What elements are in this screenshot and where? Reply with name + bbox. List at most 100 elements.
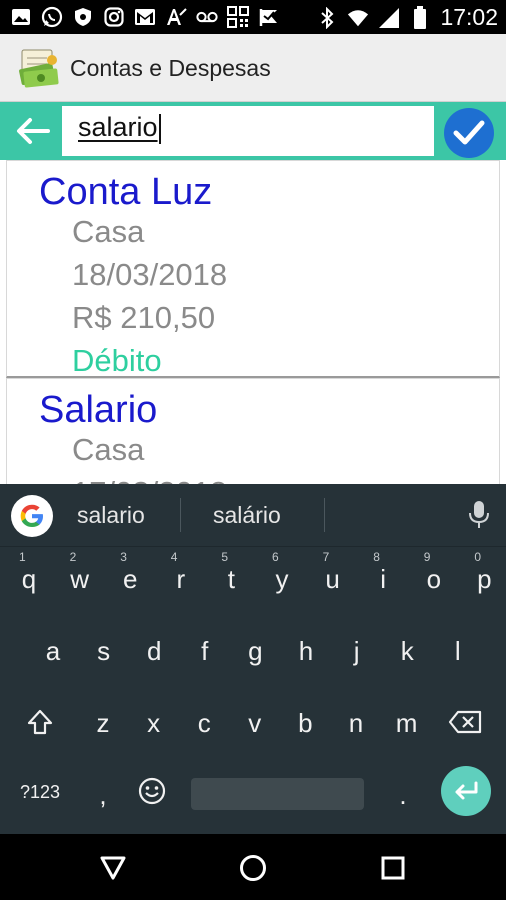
image-icon	[10, 6, 32, 28]
emoji-key[interactable]	[127, 776, 177, 813]
item-title: Salario	[39, 389, 158, 431]
key-n[interactable]: n	[331, 708, 381, 739]
results-list: Conta Luz Casa 18/03/2018 R$ 210,50 Débi…	[0, 160, 506, 484]
key-o[interactable]: o	[409, 564, 459, 595]
key-hint: 4	[170, 550, 178, 564]
key-i[interactable]: i	[358, 564, 408, 595]
item-date: 17/03/2018	[72, 475, 227, 484]
home-circle-icon	[240, 855, 266, 881]
key-w[interactable]: w	[55, 564, 105, 595]
key-hint: 3	[120, 550, 127, 564]
key-b[interactable]: b	[280, 708, 330, 739]
back-triangle-icon	[100, 856, 126, 880]
key-k[interactable]: k	[382, 636, 432, 667]
whatsapp-icon	[41, 6, 63, 28]
key-y[interactable]: y	[257, 564, 307, 595]
key-z[interactable]: z	[78, 708, 128, 739]
back-nav-button[interactable]	[97, 852, 129, 884]
checkmark-icon	[453, 120, 485, 145]
shield-icon	[72, 6, 94, 28]
suggestion-strip: salario salário	[0, 484, 506, 547]
suggestion-divider	[324, 498, 325, 532]
key-j[interactable]: j	[332, 636, 382, 667]
key-hint: 1	[19, 550, 26, 564]
wifi-icon	[347, 7, 369, 29]
key-h[interactable]: h	[281, 636, 331, 667]
key-m[interactable]: m	[382, 708, 432, 739]
key-e[interactable]: e	[105, 564, 155, 595]
item-category: Casa	[72, 214, 145, 249]
key-hint: 2	[69, 550, 77, 564]
key-hint: 6	[272, 550, 279, 564]
item-category: Casa	[72, 432, 145, 467]
list-item[interactable]: Salario Casa 17/03/2018	[6, 378, 500, 484]
clock: 17:02	[440, 4, 498, 30]
notification-icons	[10, 6, 280, 28]
item-type: Débito	[72, 343, 162, 378]
system-status-icons: 17:02	[316, 4, 498, 31]
key-g[interactable]: g	[230, 636, 280, 667]
search-bar: salario	[0, 102, 506, 160]
suggestion-2[interactable]: salário	[213, 502, 281, 529]
google-logo-icon[interactable]	[11, 495, 53, 537]
signal-icon	[378, 7, 400, 29]
symbols-key[interactable]: ?123	[15, 782, 65, 803]
search-input[interactable]: salario	[62, 106, 434, 156]
emoji-icon	[138, 777, 166, 805]
search-input-text: salario	[78, 112, 158, 142]
font-icon	[165, 6, 187, 28]
key-a[interactable]: a	[28, 636, 78, 667]
key-t[interactable]: t	[206, 564, 256, 595]
item-amount: R$ 210,50	[72, 300, 216, 335]
suggestion-divider	[180, 498, 181, 532]
text-cursor	[158, 113, 161, 144]
qrcode-icon	[227, 6, 249, 28]
status-bar: 17:02	[0, 0, 506, 34]
flag-icon	[258, 6, 280, 28]
backspace-key[interactable]	[440, 710, 490, 741]
key-hint: 9	[423, 550, 431, 564]
key-hint: 5	[221, 550, 229, 564]
soft-keyboard: salario salário q1 w2 e3 r4 t5 y6 u7 i8 o9 p0 asdf…	[0, 484, 506, 834]
key-hint: 7	[322, 550, 330, 564]
period-key[interactable]: .	[378, 780, 428, 811]
key-x[interactable]: x	[129, 708, 179, 739]
microphone-icon[interactable]	[468, 500, 490, 530]
instagram-icon	[103, 6, 125, 28]
bluetooth-icon	[316, 6, 338, 29]
comma-key[interactable]: ,	[78, 780, 128, 811]
arrow-left-icon	[17, 118, 50, 144]
battery-icon	[409, 5, 431, 29]
enter-icon	[455, 781, 478, 800]
key-s[interactable]: s	[79, 636, 129, 667]
voicemail-icon	[196, 6, 218, 28]
space-bar[interactable]	[191, 778, 364, 810]
key-q[interactable]: q	[4, 564, 54, 595]
list-item[interactable]: Conta Luz Casa 18/03/2018 R$ 210,50 Débi…	[6, 160, 500, 378]
enter-key[interactable]	[441, 766, 491, 816]
confirm-search-button[interactable]	[444, 108, 494, 158]
gmail-icon	[134, 6, 156, 28]
app-title: Contas e Despesas	[70, 55, 271, 81]
key-l[interactable]: l	[433, 636, 483, 667]
app-logo-icon	[18, 48, 60, 88]
key-d[interactable]: d	[129, 636, 179, 667]
key-c[interactable]: c	[179, 708, 229, 739]
key-r[interactable]: r	[156, 564, 206, 595]
back-button[interactable]	[10, 110, 56, 152]
suggestion-1[interactable]: salario	[77, 502, 145, 529]
navigation-bar	[0, 834, 506, 900]
home-nav-button[interactable]	[237, 852, 269, 884]
key-hint: 0	[474, 550, 482, 564]
key-v[interactable]: v	[230, 708, 280, 739]
shift-arrow-icon	[27, 709, 53, 735]
item-date: 18/03/2018	[72, 257, 228, 292]
key-hint: 8	[373, 550, 380, 564]
key-u[interactable]: u	[308, 564, 358, 595]
backspace-icon	[448, 710, 482, 734]
shift-key[interactable]	[15, 708, 65, 743]
recents-nav-button[interactable]	[377, 852, 409, 884]
key-f[interactable]: f	[180, 636, 230, 667]
key-p[interactable]: p	[459, 564, 506, 595]
item-title: Conta Luz	[39, 171, 213, 213]
